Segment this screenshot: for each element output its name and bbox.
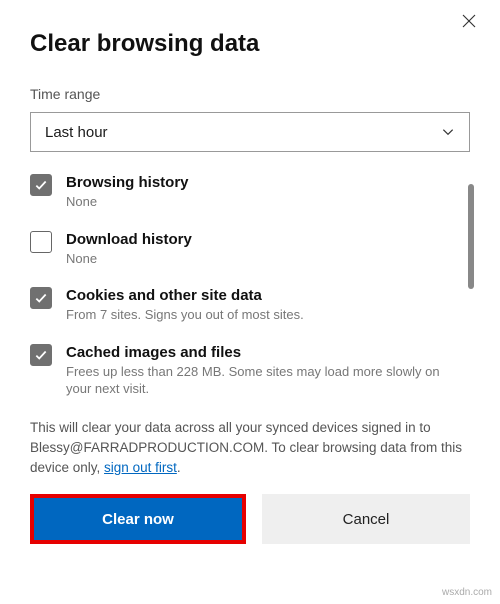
list-item: Cookies and other site data From 7 sites… [30, 287, 470, 324]
time-range-value: Last hour [45, 124, 108, 141]
time-range-select[interactable]: Last hour [30, 112, 470, 152]
highlight-box: Clear now [30, 494, 246, 544]
item-sub: Frees up less than 228 MB. Some sites ma… [66, 363, 450, 398]
sync-notice: This will clear your data across all you… [30, 418, 470, 479]
item-sub: None [66, 250, 192, 268]
list-item: Download history None [30, 231, 470, 268]
notice-text-prefix: This will clear your data across all you… [30, 420, 462, 476]
list-item: Cached images and files Frees up less th… [30, 344, 470, 398]
checkmark-icon [34, 291, 48, 305]
watermark: wsxdn.com [442, 587, 492, 598]
item-sub: None [66, 193, 189, 211]
item-title: Browsing history [66, 174, 189, 191]
checkbox-cached-images[interactable] [30, 344, 52, 366]
chevron-down-icon [441, 125, 455, 139]
scrollbar[interactable] [468, 184, 474, 289]
clear-now-button[interactable]: Clear now [34, 498, 242, 540]
item-title: Download history [66, 231, 192, 248]
item-title: Cookies and other site data [66, 287, 304, 304]
close-icon [460, 12, 478, 30]
checkmark-icon [34, 348, 48, 362]
checkbox-download-history[interactable] [30, 231, 52, 253]
notice-text-suffix: . [177, 460, 181, 475]
checkmark-icon [34, 178, 48, 192]
sign-out-link[interactable]: sign out first [104, 460, 177, 475]
checkbox-cookies[interactable] [30, 287, 52, 309]
checkbox-browsing-history[interactable] [30, 174, 52, 196]
dialog-title: Clear browsing data [30, 30, 470, 58]
item-title: Cached images and files [66, 344, 450, 361]
cancel-button[interactable]: Cancel [262, 494, 470, 544]
time-range-label: Time range [30, 86, 470, 102]
close-button[interactable] [460, 12, 480, 32]
item-sub: From 7 sites. Signs you out of most site… [66, 306, 304, 324]
list-item: Browsing history None [30, 174, 470, 211]
